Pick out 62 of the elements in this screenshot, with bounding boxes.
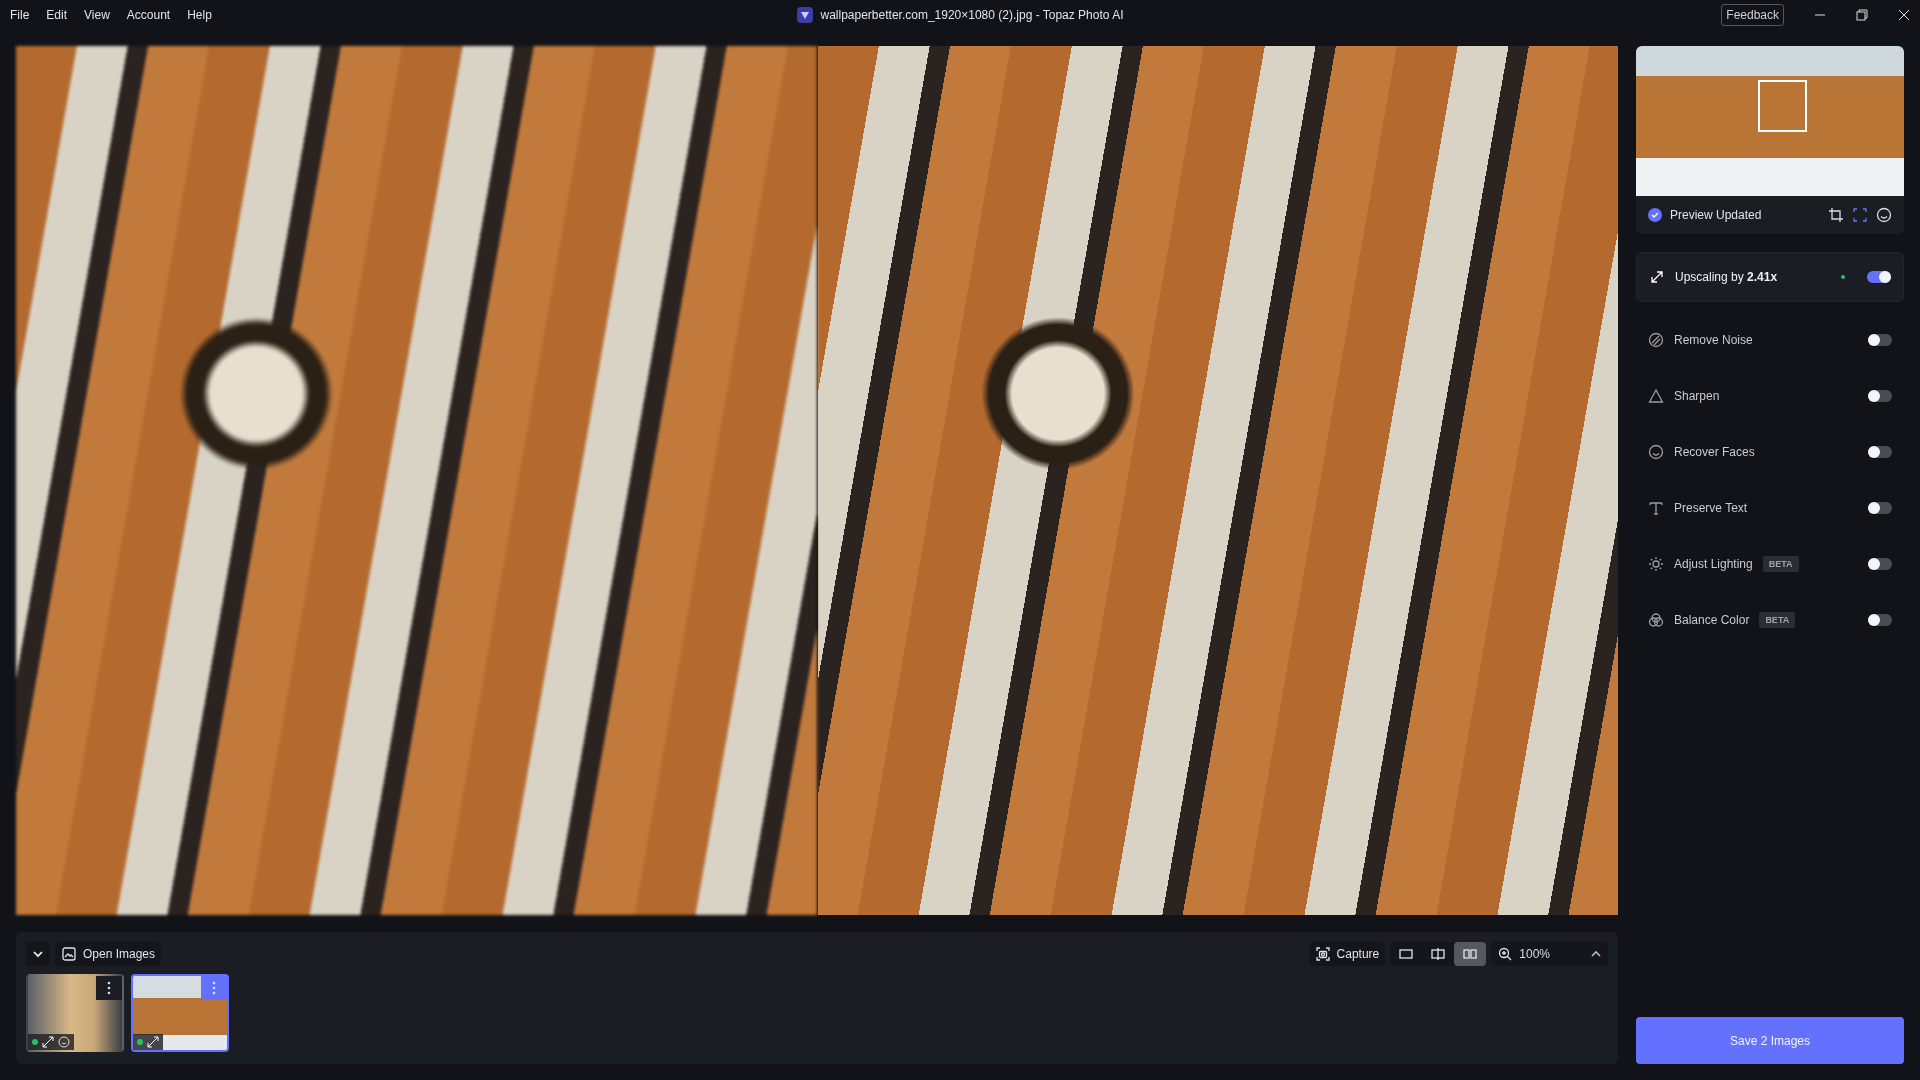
sun-icon [1648, 556, 1664, 572]
smiley-icon [1648, 444, 1664, 460]
capture-button[interactable]: Capture [1308, 942, 1386, 966]
status-dot [1841, 275, 1845, 279]
smiley-icon[interactable] [1876, 207, 1892, 223]
filter-label: Adjust Lighting [1674, 557, 1753, 571]
side-by-side-icon [1462, 946, 1479, 962]
zoom-in-icon [1497, 946, 1514, 962]
split-view-icon [1430, 946, 1447, 962]
restore-icon[interactable] [1856, 9, 1868, 21]
status-dot [32, 1039, 38, 1045]
toggle-switch[interactable] [1867, 271, 1891, 283]
filter-label: Preserve Text [1674, 501, 1748, 515]
text-icon [1648, 500, 1664, 516]
app-logo-icon [796, 7, 813, 23]
beta-tag: BETA [1762, 556, 1799, 572]
toggle-switch[interactable] [1868, 390, 1892, 402]
save-button[interactable]: Save 2 Images [1636, 1017, 1904, 1064]
menu-item[interactable]: View [84, 8, 110, 22]
smiley-icon [58, 1036, 70, 1048]
toggle-switch[interactable] [1868, 614, 1892, 626]
menu-item[interactable]: Help [187, 8, 212, 22]
photo-thumbnail[interactable] [26, 974, 124, 1052]
view-mode-button[interactable] [1454, 942, 1487, 966]
image-icon [61, 946, 77, 962]
feedback-button[interactable]: Feedback [1721, 4, 1784, 26]
open-images-button[interactable]: Open Images [55, 942, 162, 966]
filter-label: Remove Noise [1674, 333, 1753, 347]
diagonal-arrows-icon [147, 1036, 159, 1048]
toggle-switch[interactable] [1868, 558, 1892, 570]
window-title: wallpaperbetter.com_1920×1080 (2).jpg - Topaz Photo AI [820, 8, 1124, 22]
filter-label: Sharpen [1674, 389, 1720, 403]
toggle-switch[interactable] [1868, 446, 1892, 458]
diagonal-arrows-icon [42, 1036, 54, 1048]
menu-item[interactable]: Account [126, 8, 171, 22]
tiger-thumbnail[interactable] [131, 974, 229, 1052]
check-circle-icon [1648, 208, 1662, 222]
kebab-icon [107, 981, 111, 995]
triangle-icon [1648, 388, 1664, 404]
zoom-button[interactable]: 100% [1491, 942, 1608, 966]
focus-frame-icon[interactable] [1852, 207, 1868, 223]
viewport-frame[interactable] [1758, 80, 1807, 132]
menu-item[interactable]: File [10, 8, 30, 22]
close-icon[interactable] [1898, 9, 1910, 21]
collapse-button[interactable] [26, 942, 50, 966]
noise-circle-icon [1648, 332, 1664, 348]
crop-icon[interactable] [1828, 207, 1844, 223]
kebab-icon [212, 981, 216, 995]
filter-label: Balance Color [1674, 613, 1750, 627]
diagonal-arrows-icon [1649, 269, 1665, 285]
toggle-switch[interactable] [1868, 502, 1892, 514]
chevron-down-icon [32, 948, 44, 960]
filter-label: Recover Faces [1674, 445, 1755, 459]
beta-tag: BETA [1759, 612, 1796, 628]
camera-icon [1314, 946, 1331, 962]
single-view-icon [1398, 946, 1415, 962]
status-dot [137, 1039, 143, 1045]
preview-status: Preview Updated [1670, 208, 1762, 222]
filter-label: Upscaling by 2.41x [1675, 270, 1778, 284]
toggle-switch[interactable] [1868, 334, 1892, 346]
overlapping-circles-icon [1648, 612, 1664, 628]
menu-item[interactable]: Edit [46, 8, 68, 22]
